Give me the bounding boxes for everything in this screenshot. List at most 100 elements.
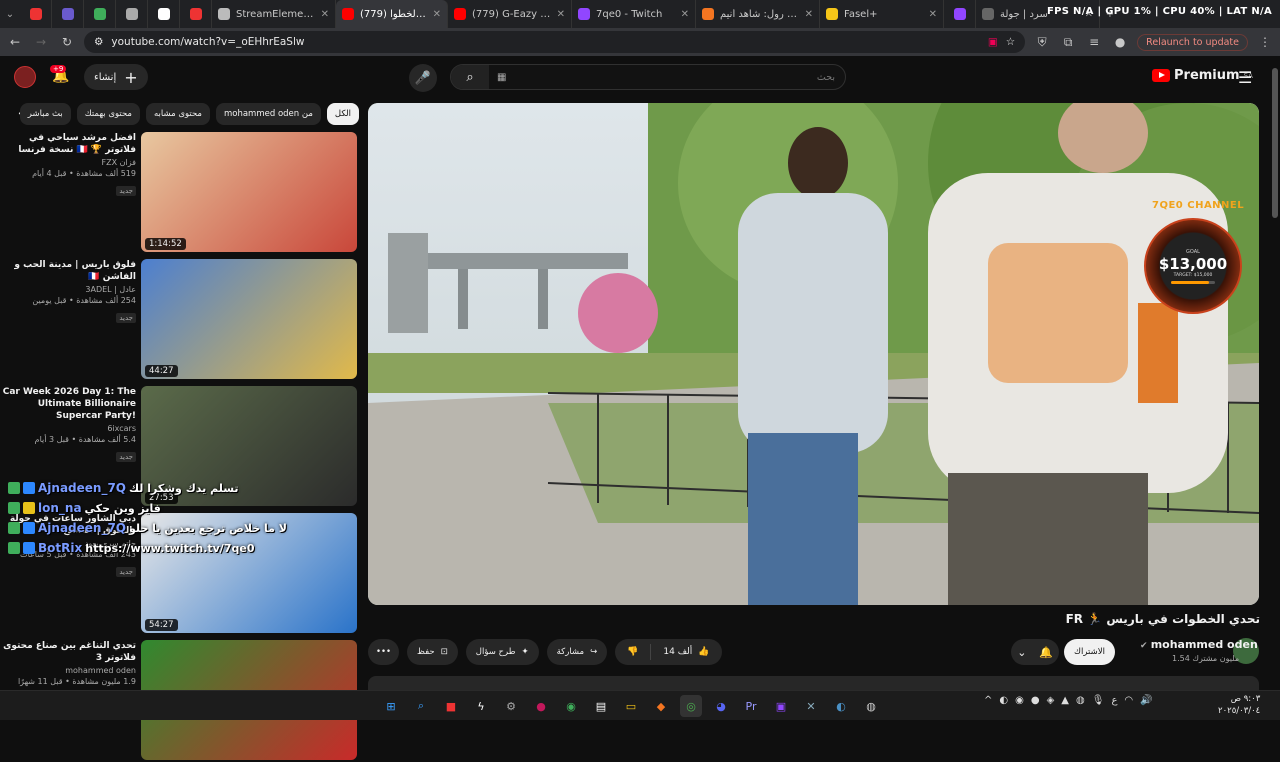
- share-button[interactable]: مشاركة ↪: [546, 639, 608, 665]
- dislike-button[interactable]: 👎: [615, 647, 650, 657]
- create-button[interactable]: إنشاء +: [84, 64, 148, 90]
- browser-menu-icon[interactable]: ⋮: [1256, 35, 1274, 49]
- recommendation-channel[interactable]: mohammed oden: [0, 666, 136, 675]
- recommendation-title[interactable]: تحدي التناغم بين صناع محتوى فلاتوتر 3: [0, 640, 136, 664]
- bookmark-star-icon[interactable]: ☆: [1006, 36, 1015, 48]
- browser-tab[interactable]: (779) G-Eazy x Bebe R ✕: [448, 0, 572, 28]
- voice-search-mic-icon[interactable]: 🎤: [409, 64, 437, 92]
- brave-browser-icon[interactable]: ◆: [650, 695, 672, 717]
- app-icon[interactable]: ■: [440, 695, 462, 717]
- extension-shield-icon[interactable]: ⛨: [1033, 35, 1051, 50]
- app-icon[interactable]: ●: [530, 695, 552, 717]
- tray-app-icon[interactable]: ◍: [1076, 695, 1085, 706]
- tray-app-icon[interactable]: ▲: [1061, 695, 1069, 706]
- language-indicator[interactable]: ع: [1111, 695, 1117, 706]
- steam-icon[interactable]: ◐: [830, 695, 852, 717]
- tab-close-icon[interactable]: ✕: [681, 9, 689, 20]
- like-button[interactable]: 14 ألف 👍: [651, 647, 721, 657]
- forward-icon[interactable]: →: [32, 35, 50, 49]
- recommendation-title[interactable]: فلوق باريس | مدينة الحب و الفاشن 🇫🇷: [0, 259, 136, 283]
- tray-app-icon[interactable]: ◈: [1047, 695, 1055, 706]
- volume-icon[interactable]: 🔊: [1140, 695, 1152, 706]
- app-icon[interactable]: ϟ: [470, 695, 492, 717]
- search-icon[interactable]: ⌕: [410, 695, 432, 717]
- tab-close-icon[interactable]: ✕: [929, 9, 937, 20]
- subscribe-button[interactable]: الاشتراك: [1064, 639, 1115, 665]
- browser-tab[interactable]: (779) تحدي الخطوا ✕: [336, 0, 448, 28]
- reload-icon[interactable]: ↻: [58, 35, 76, 49]
- extensions-puzzle-icon[interactable]: ⧉: [1059, 35, 1077, 50]
- filter-chip[interactable]: من mohammed oden: [215, 103, 321, 125]
- site-info-icon[interactable]: ⚙: [94, 36, 103, 48]
- recommendation-title[interactable]: Car Week 2026 Day 1: The Ultimate Billio…: [0, 386, 136, 422]
- search-box: ⌕ ▦ بحث: [450, 64, 846, 90]
- profile-avatar[interactable]: ●: [1111, 35, 1129, 49]
- app-icon[interactable]: ✕: [800, 695, 822, 717]
- browser-tab[interactable]: Fasel+ ✕: [820, 0, 944, 28]
- media-controls-icon[interactable]: ≡: [1085, 35, 1103, 49]
- tray-app-icon[interactable]: ◉: [1015, 695, 1024, 706]
- filter-chip[interactable]: الكل: [326, 103, 359, 125]
- page-scrollbar[interactable]: [1272, 60, 1278, 690]
- filter-chip[interactable]: بث مباشر: [19, 103, 71, 125]
- app-icon[interactable]: ▣: [770, 695, 792, 717]
- file-explorer-icon[interactable]: ▭: [620, 695, 642, 717]
- browser-tab[interactable]: [180, 0, 212, 28]
- video-thumbnail[interactable]: [141, 132, 357, 252]
- browser-tab[interactable]: [944, 0, 976, 28]
- more-actions-button[interactable]: •••: [368, 639, 400, 665]
- channel-name[interactable]: ✔ mohammed oden: [1140, 638, 1258, 651]
- chrome-browser-icon[interactable]: ◎: [680, 695, 702, 717]
- recommendation-item[interactable]: 44:27 فلوق باريس | مدينة الحب و الفاشن 🇫🇷…: [0, 259, 360, 381]
- recommendation-title[interactable]: افضل مرشد سياحي في فلاتوتر 🏆 🇫🇷 نسخة فرن…: [0, 132, 136, 156]
- browser-tab[interactable]: [84, 0, 116, 28]
- windows-start-icon[interactable]: ⊞: [380, 695, 402, 717]
- browser-tab[interactable]: [148, 0, 180, 28]
- browser-tab[interactable]: [52, 0, 84, 28]
- video-thumbnail[interactable]: [141, 259, 357, 379]
- tray-mic-icon[interactable]: 🎙: [1092, 695, 1105, 706]
- tab-close-icon[interactable]: ✕: [557, 9, 565, 20]
- tab-close-icon[interactable]: ✕: [805, 9, 813, 20]
- tab-close-icon[interactable]: ✕: [321, 9, 329, 20]
- cast-icon[interactable]: ▣: [988, 36, 998, 48]
- description-box[interactable]: [368, 676, 1259, 690]
- recommendation-item[interactable]: 1:14:52 افضل مرشد سياحي في فلاتوتر 🏆 🇫🇷 ن…: [0, 132, 360, 254]
- taskbar-clock[interactable]: ٩:٠٣ ص ٢٠٢٥/٠٣/٠٤: [1218, 693, 1260, 717]
- app-icon[interactable]: ▤: [590, 695, 612, 717]
- video-player[interactable]: [368, 103, 1259, 605]
- guide-menu-icon[interactable]: ☰: [1238, 68, 1252, 87]
- search-input[interactable]: بحث: [506, 72, 845, 83]
- discord-icon[interactable]: ◕: [710, 695, 732, 717]
- settings-gear-icon[interactable]: ⚙: [500, 695, 522, 717]
- tray-overflow-chevron-icon[interactable]: ^: [984, 695, 992, 706]
- app-icon[interactable]: ◉: [560, 695, 582, 717]
- filter-chip[interactable]: محتوى مشابه: [145, 103, 210, 125]
- search-button[interactable]: ⌕: [451, 65, 489, 89]
- recommendation-channel[interactable]: 6ixcars: [0, 424, 136, 433]
- wifi-icon[interactable]: ◠: [1124, 695, 1133, 706]
- browser-tab[interactable]: [20, 0, 52, 28]
- browser-tab[interactable]: StreamElements - 7qe0 ✕: [212, 0, 336, 28]
- browser-tab[interactable]: [116, 0, 148, 28]
- url-field[interactable]: ⚙ youtube.com/watch?v=_oEHhrEaSlw ▣ ☆: [84, 31, 1026, 53]
- recommendation-channel[interactable]: عادل | 3ADEL: [0, 285, 136, 294]
- premiere-icon[interactable]: Pr: [740, 695, 762, 717]
- browser-tab[interactable]: كرانشي رول: شاهد أنيم ✕: [696, 0, 820, 28]
- tab-close-icon[interactable]: ✕: [433, 9, 441, 20]
- back-icon[interactable]: ←: [6, 35, 24, 49]
- filter-chip[interactable]: محتوى بهمتك: [76, 103, 140, 125]
- scrollbar-thumb[interactable]: [1272, 68, 1278, 218]
- recommendation-channel[interactable]: فزان FZX: [0, 158, 136, 167]
- tab-search-icon[interactable]: ⌄: [0, 4, 20, 24]
- ask-button[interactable]: طرح سؤال ✦: [465, 639, 539, 665]
- app-icon[interactable]: ◍: [860, 695, 882, 717]
- browser-tab[interactable]: 7qe0 - Twitch ✕: [572, 0, 696, 28]
- notification-settings-button[interactable]: ⌄ 🔔: [1011, 639, 1059, 665]
- save-button[interactable]: حفظ ⊡: [407, 639, 458, 665]
- account-avatar[interactable]: [14, 66, 36, 88]
- tray-app-icon[interactable]: ●: [1031, 695, 1040, 706]
- keyboard-icon[interactable]: ▦: [497, 72, 506, 83]
- tray-app-icon[interactable]: ◐: [999, 695, 1008, 706]
- relaunch-button[interactable]: Relaunch to update: [1137, 33, 1248, 51]
